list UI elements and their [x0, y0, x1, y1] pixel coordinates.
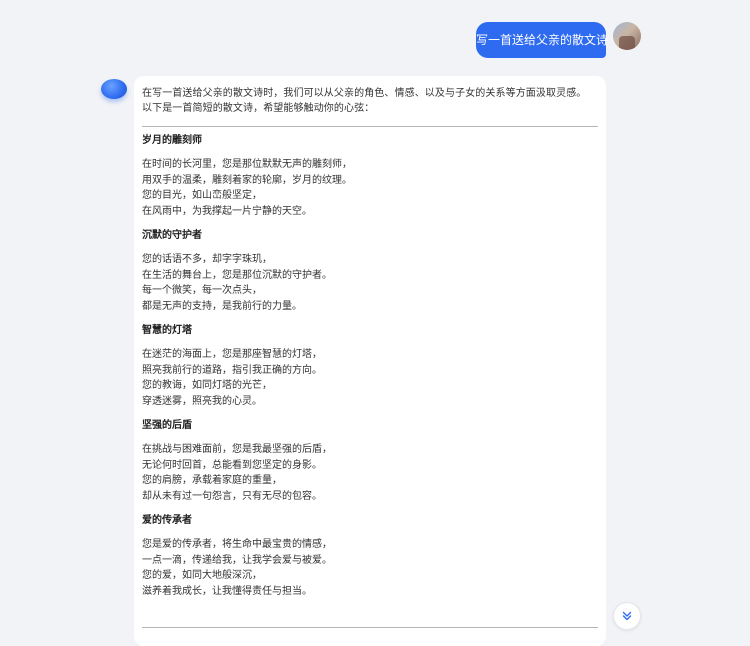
poem-line: 在生活的舞台上，您是那位沉默的守护者。 — [142, 269, 332, 281]
poem-line: 滋养着我成长，让我懂得责任与担当。 — [142, 585, 312, 597]
poem-section-title: 爱的传承者 — [142, 515, 192, 526]
poem-line: 在时间的长河里，您是那位默默无声的雕刻师， — [142, 159, 352, 170]
poem-line: 在迷茫的海面上，您是那座智慧的灯塔， — [142, 349, 322, 360]
poem-line: 照亮我前行的道路，指引我正确的方向。 — [142, 364, 322, 376]
poem-stanza: 在时间的长河里，您是那位默默无声的雕刻师， 用双手的温柔，雕刻着家的轮廓，岁月的纹… — [142, 157, 598, 219]
poem-line: 您的教诲，如同灯塔的光芒， — [142, 380, 272, 391]
poem-stanza: 在迷茫的海面上，您是那座智慧的灯塔， 照亮我前行的道路，指引我正确的方向。 您的教诲… — [142, 347, 598, 409]
poem-line: 您的目光，如山峦般坚定， — [142, 190, 262, 201]
intro-line: 在写一首送给父亲的散文诗时，我们可以从父亲的角色、情感、以及与子女的关系等方面汲… — [142, 88, 587, 99]
divider — [142, 126, 598, 127]
poem-line: 一点一滴，传递给我，让我学会爱与被爱。 — [142, 554, 332, 566]
poem-line: 穿透迷雾，照亮我的心灵。 — [142, 395, 262, 407]
chat-area: 写一首送给父亲的散文诗 在写一首送给父亲的散文诗时，我们可以从父亲的角色、情感、… — [0, 0, 750, 646]
chevron-double-down-icon — [621, 610, 633, 622]
poem-line: 您是爱的传承者，将生命中最宝贵的情感， — [142, 539, 332, 550]
poem-sections: 岁月的雕刻师在时间的长河里，您是那位默默无声的雕刻师， 用双手的温柔，雕刻着家的轮… — [142, 133, 598, 599]
poem-section-title: 沉默的守护者 — [142, 230, 202, 241]
poem-stanza: 在挑战与困难面前，您是我最坚强的后盾， 无论何时回首，总能看到您坚定的身影。 您的肩… — [142, 442, 598, 504]
assistant-intro: 在写一首送给父亲的散文诗时，我们可以从父亲的角色、情感、以及与子女的关系等方面汲… — [142, 86, 598, 116]
poem-line: 却从未有过一句怨言，只有无尽的包容。 — [142, 490, 322, 502]
poem-line: 都是无声的支持，是我前行的力量。 — [142, 300, 302, 312]
poem-section-title: 智慧的灯塔 — [142, 325, 192, 336]
user-avatar[interactable] — [613, 22, 641, 50]
poem-line: 您的话语不多，却字字珠玑， — [142, 254, 272, 265]
poem-section-title: 岁月的雕刻师 — [142, 135, 202, 146]
divider — [142, 627, 598, 628]
poem-line: 在挑战与困难面前，您是我最坚强的后盾， — [142, 444, 332, 455]
user-message-bubble: 写一首送给父亲的散文诗 — [476, 22, 608, 58]
assistant-message-card: 在写一首送给父亲的散文诗时，我们可以从父亲的角色、情感、以及与子女的关系等方面汲… — [134, 76, 606, 646]
scroll-down-button[interactable] — [613, 602, 641, 630]
poem-stanza: 您是爱的传承者，将生命中最宝贵的情感， 一点一滴，传递给我，让我学会爱与被爱。 您的… — [142, 537, 598, 599]
poem-stanza: 您的话语不多，却字字珠玑， 在生活的舞台上，您是那位沉默的守护者。 每一个微笑，每一… — [142, 252, 598, 314]
poem-line: 每一个微笑，每一次点头， — [142, 285, 262, 296]
poem-line: 无论何时回首，总能看到您坚定的身影。 — [142, 459, 322, 471]
poem-section-title: 坚强的后盾 — [142, 420, 192, 431]
assistant-avatar-icon — [101, 79, 127, 99]
poem-line: 用双手的温柔，雕刻着家的轮廓，岁月的纹理。 — [142, 174, 352, 186]
poem-line: 在风雨中，为我撑起一片宁静的天空。 — [142, 205, 312, 217]
poem-line: 您的爱，如同大地般深沉， — [142, 570, 262, 581]
intro-line: 以下是一首简短的散文诗，希望能够触动你的心弦： — [142, 103, 375, 114]
poem-line: 您的肩膀，承载着家庭的重量， — [142, 475, 282, 486]
